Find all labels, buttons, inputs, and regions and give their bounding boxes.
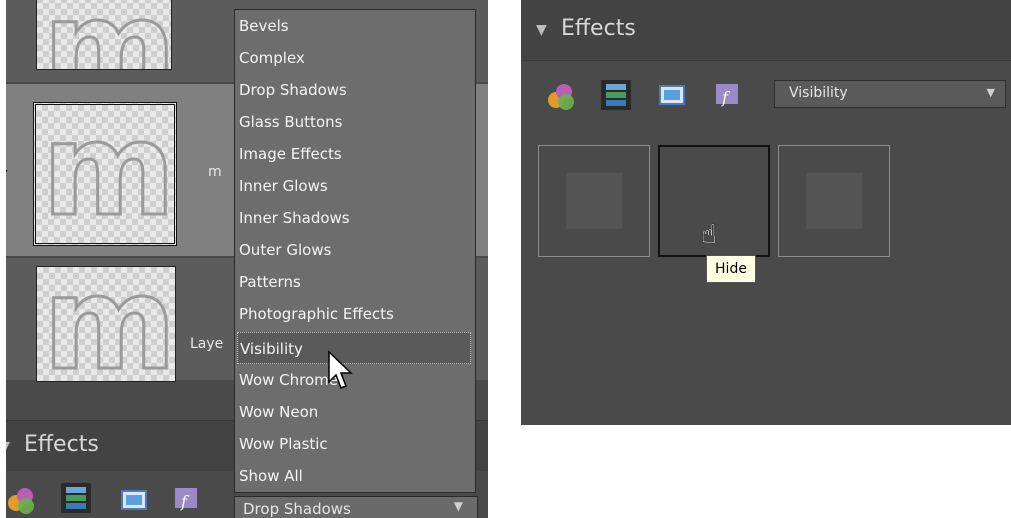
menu-item-glass-buttons[interactable]: Glass Buttons bbox=[237, 106, 473, 138]
fx-icon[interactable]: f bbox=[172, 483, 202, 513]
filters-icon[interactable] bbox=[546, 81, 576, 111]
hand-pointer-cursor-icon: ☝ bbox=[701, 220, 717, 250]
effect-swatch[interactable] bbox=[538, 145, 650, 257]
effects-category-select[interactable]: Drop Shadows ▼ bbox=[234, 496, 478, 518]
select-value: Drop Shadows bbox=[243, 500, 351, 518]
chevron-down-icon: ▼ bbox=[453, 499, 463, 513]
collapse-triangle-icon[interactable]: ▾ bbox=[6, 435, 10, 454]
layer-styles-icon[interactable] bbox=[601, 80, 631, 110]
menu-item-patterns[interactable]: Patterns bbox=[237, 266, 473, 298]
layer-thumbnail: m bbox=[33, 102, 177, 246]
menu-item-inner-shadows[interactable]: Inner Shadows bbox=[237, 202, 473, 234]
tooltip: Hide bbox=[706, 255, 756, 283]
chevron-right-icon: ▸ bbox=[6, 160, 8, 179]
effects-title: Effects bbox=[24, 432, 99, 457]
menu-item-wow-neon[interactable]: Wow Neon bbox=[237, 396, 473, 428]
menu-item-inner-glows[interactable]: Inner Glows bbox=[237, 170, 473, 202]
arrow-cursor-icon bbox=[328, 350, 353, 389]
filters-icon[interactable] bbox=[6, 485, 36, 515]
effects-panel: ▼ Effects f Visibility ▼ ☝ Hide bbox=[521, 0, 1011, 425]
menu-item-outer-glows[interactable]: Outer Glows bbox=[237, 234, 473, 266]
collapse-triangle-icon[interactable]: ▼ bbox=[536, 22, 547, 38]
layer-thumbnail: m bbox=[36, 266, 176, 382]
menu-item-image-effects[interactable]: Image Effects bbox=[237, 138, 473, 170]
menu-item-show-all[interactable]: Show All bbox=[237, 460, 473, 492]
layer-name: Laye bbox=[190, 336, 224, 352]
menu-item-bevels[interactable]: Bevels bbox=[237, 10, 473, 42]
layer-thumbnail: m bbox=[36, 0, 172, 70]
effect-swatch[interactable] bbox=[778, 145, 890, 257]
menu-item-drop-shadows[interactable]: Drop Shadows bbox=[237, 74, 473, 106]
fx-icon[interactable]: f bbox=[713, 79, 743, 109]
layers-panel: m m m ▸ m Laye ▾ Effects f Bevels Comple… bbox=[6, 0, 488, 518]
layer-name: m bbox=[208, 164, 222, 180]
photo-effects-icon[interactable] bbox=[657, 80, 687, 110]
menu-item-photographic-effects[interactable]: Photographic Effects bbox=[237, 298, 473, 330]
effects-category-dropdown-menu: Bevels Complex Drop Shadows Glass Button… bbox=[234, 9, 476, 493]
photo-effects-icon[interactable] bbox=[119, 485, 149, 515]
effects-category-select[interactable]: Visibility ▼ bbox=[774, 80, 1006, 108]
effects-title: Effects bbox=[561, 16, 636, 41]
menu-item-wow-plastic[interactable]: Wow Plastic bbox=[237, 428, 473, 460]
menu-item-complex[interactable]: Complex bbox=[237, 42, 473, 74]
select-value: Visibility bbox=[789, 85, 848, 101]
effects-panel-header[interactable]: ▼ Effects bbox=[521, 0, 1011, 61]
layer-styles-icon[interactable] bbox=[61, 483, 91, 513]
chevron-down-icon: ▼ bbox=[986, 86, 995, 99]
